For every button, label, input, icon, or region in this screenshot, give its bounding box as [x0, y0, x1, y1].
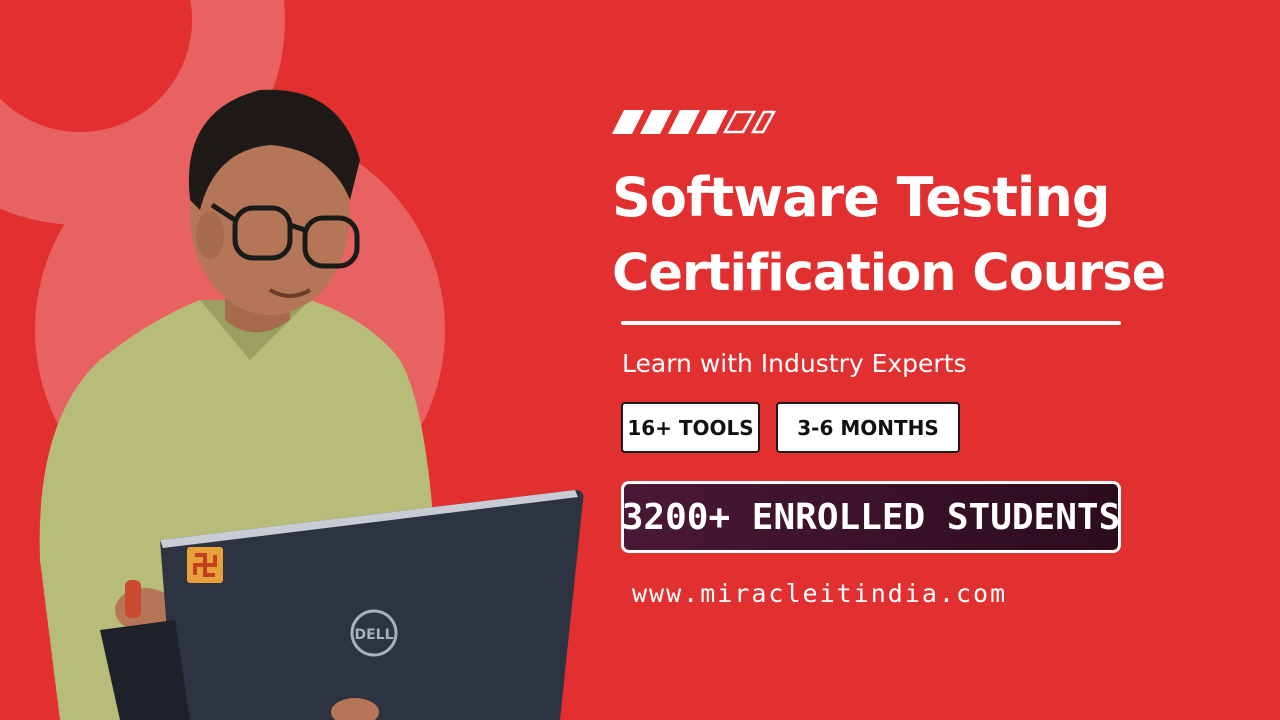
duration-badge: 3-6 MONTHS — [776, 402, 960, 453]
ear — [196, 211, 224, 259]
svg-text:DELL: DELL — [354, 627, 393, 643]
website-url: www.miracleitindia.com — [632, 579, 1008, 608]
bracelet — [125, 580, 141, 618]
title-line-2: Certification Course — [612, 244, 1166, 303]
swastika-sticker-icon — [187, 547, 223, 583]
course-title: Software Testing Certification Course — [612, 160, 1272, 312]
student-photo: DELL — [39, 89, 584, 720]
title-divider — [621, 321, 1121, 325]
tools-badge: 16+ TOOLS — [621, 402, 760, 453]
enrolled-students-banner: 3200+ ENROLLED STUDENTS — [621, 481, 1121, 553]
course-subtitle: Learn with Industry Experts — [622, 349, 967, 378]
title-line-1: Software Testing — [612, 166, 1111, 229]
diagonal-stripes-icon — [612, 110, 776, 134]
